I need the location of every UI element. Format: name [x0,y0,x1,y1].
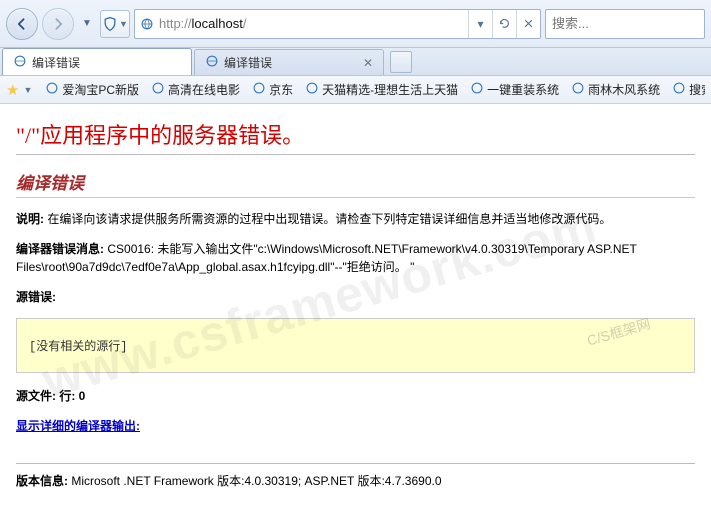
favorite-link-1[interactable]: 高清在线电影 [148,81,243,98]
ie-page-icon [252,81,266,98]
ie-page-icon [45,81,59,98]
source-error-box: [没有相关的源行] [16,318,695,373]
browser-toolbar: ▼ ▼ http://localhost/ ▾ [0,0,711,48]
version-info-label: 版本信息: [16,474,68,488]
stop-icon [523,18,534,29]
tab-1[interactable]: 编译错误 ✕ [194,49,384,75]
source-error-label: 源错误: [16,288,695,306]
recent-pages-button[interactable]: ▼ [78,12,96,36]
favorite-link-6[interactable]: 搜索 [669,81,705,98]
arrow-right-icon [50,16,66,32]
ie-page-icon [672,81,686,98]
source-error-content: [没有相关的源行] [29,337,682,354]
ie-page-icon [571,81,585,98]
divider [16,197,695,198]
compiler-message-paragraph: 编译器错误消息: CS0016: 未能写入输出文件"c:\Windows\Mic… [16,240,695,276]
page-content: www.csframework.com C/S框架网 "/"应用程序中的服务器错… [0,104,711,497]
source-file-label: 源文件: [16,389,56,403]
ie-page-icon [135,17,159,31]
favorite-label: 搜索 [689,81,705,98]
favorite-label: 高清在线电影 [168,81,240,98]
url-host: localhost [192,16,243,31]
favorites-bar: ★ ▼ 爱淘宝PC新版 高清在线电影 京东 天猫精选-理想生活上天猫 一键重装系统 雨林木… [0,76,711,104]
favorite-link-0[interactable]: 爱淘宝PC新版 [42,81,142,98]
favorites-menu-button[interactable]: ▼ [23,85,32,95]
favorite-link-5[interactable]: 雨林木风系统 [568,81,663,98]
compiler-message-text: CS0016: 未能写入输出文件"c:\Windows\Microsoft.NE… [16,242,637,274]
source-file-value: 行: 0 [59,389,85,403]
ie-page-icon [13,54,27,71]
url-dropdown-button[interactable]: ▾ [468,10,492,38]
favorite-label: 爱淘宝PC新版 [62,81,139,98]
url-suffix: / [243,16,247,31]
search-bar[interactable] [545,9,705,39]
security-report-button[interactable]: ▼ [100,10,130,38]
back-button[interactable] [6,8,38,40]
description-text: 在编译向该请求提供服务所需资源的过程中出现错误。请检查下列特定错误详细信息并适当… [47,212,611,226]
url-prefix: http:// [159,16,192,31]
source-file-paragraph: 源文件: 行: 0 [16,387,695,405]
shield-icon [102,16,118,32]
favorite-label: 一键重装系统 [487,81,559,98]
tab-label: 编译错误 [224,54,272,71]
favorite-link-4[interactable]: 一键重装系统 [467,81,562,98]
tab-label: 编译错误 [32,54,80,71]
description-paragraph: 说明: 在编译向该请求提供服务所需资源的过程中出现错误。请检查下列特定错误详细信… [16,210,695,228]
close-icon[interactable]: ✕ [363,56,373,70]
tab-0[interactable]: 编译错误 [2,48,192,75]
favorite-label: 天猫精选-理想生活上天猫 [322,81,458,98]
refresh-button[interactable] [492,10,516,38]
new-tab-button[interactable] [390,51,412,73]
show-compiler-output-link[interactable]: 显示详细的编译器输出: [16,419,140,433]
error-subheading: 编译错误 [16,169,695,194]
stop-button[interactable] [516,10,540,38]
error-heading: "/"应用程序中的服务器错误。 [16,118,695,150]
version-info-text: Microsoft .NET Framework 版本:4.0.30319; A… [71,474,441,488]
ie-page-icon [151,81,165,98]
forward-button[interactable] [42,8,74,40]
tab-strip: 编译错误 编译错误 ✕ [0,48,711,76]
ie-page-icon [205,54,219,71]
divider [16,463,695,464]
divider [16,154,695,155]
ie-page-icon [470,81,484,98]
address-bar[interactable]: http://localhost/ ▾ [134,9,541,39]
favorite-link-2[interactable]: 京东 [249,81,296,98]
favorite-label: 雨林木风系统 [588,81,660,98]
url-input[interactable]: http://localhost/ [159,11,468,37]
refresh-icon [498,17,511,30]
favorite-link-3[interactable]: 天猫精选-理想生活上天猫 [302,81,461,98]
search-input[interactable] [546,16,711,31]
ie-page-icon [305,81,319,98]
description-label: 说明: [16,212,44,226]
favorite-label: 京东 [269,81,293,98]
favorites-star-icon[interactable]: ★ [6,81,19,99]
compiler-message-label: 编译器错误消息: [16,242,104,256]
show-detail-paragraph: 显示详细的编译器输出: [16,417,695,435]
version-info-paragraph: 版本信息: Microsoft .NET Framework 版本:4.0.30… [16,472,695,489]
arrow-left-icon [14,16,30,32]
